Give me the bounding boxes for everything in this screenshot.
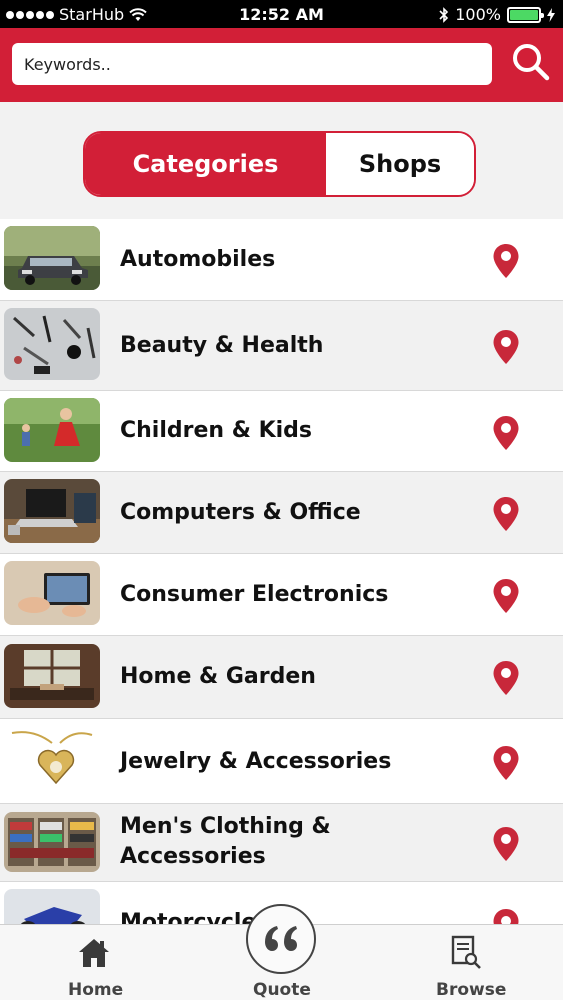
browse-icon (451, 935, 481, 969)
location-pin-icon[interactable] (492, 243, 520, 279)
search-input[interactable] (12, 43, 492, 85)
location-pin-icon[interactable] (492, 578, 520, 614)
category-row-computers-office[interactable]: Computers & Office (0, 472, 563, 554)
location-pin-icon[interactable] (492, 415, 520, 451)
category-label: Consumer Electronics (120, 582, 389, 607)
category-label: Jewelry & Accessories (120, 749, 392, 774)
category-label: Beauty & Health (120, 333, 324, 358)
location-pin-icon[interactable] (492, 660, 520, 696)
segment-area: Categories Shops (0, 102, 563, 219)
shops-segment[interactable]: Shops (326, 133, 474, 195)
category-label: Men's Clothing & Accessories (120, 812, 480, 872)
category-row-automobiles[interactable]: Automobiles (0, 219, 563, 301)
category-label-line2: Accessories (120, 844, 266, 869)
search-header (0, 28, 563, 102)
category-row-home-garden[interactable]: Home & Garden (0, 636, 563, 719)
category-row-jewelry-accessories[interactable]: Jewelry & Accessories (0, 719, 563, 804)
battery-fill (510, 9, 538, 20)
category-label-line1: Men's Clothing & (120, 814, 331, 839)
category-label: Home & Garden (120, 664, 316, 689)
car-photo (4, 226, 100, 290)
laptop-desk-photo (4, 479, 100, 543)
tab-browse-label: Browse (436, 980, 507, 1000)
motorcycle-photo (4, 889, 100, 924)
quote-icon (265, 926, 297, 951)
tab-browse[interactable]: Browse (426, 925, 508, 1000)
search-icon (513, 44, 550, 81)
search-button[interactable] (509, 40, 553, 84)
status-bar: StarHub 12:52 AM 100% (0, 0, 563, 28)
child-red-dress-photo (4, 398, 100, 462)
charging-bolt-icon (547, 7, 555, 22)
tab-home[interactable]: Home (54, 925, 134, 1000)
category-label: Children & Kids (120, 418, 313, 443)
location-pin-icon[interactable] (492, 496, 520, 532)
tablet-hands-photo (4, 561, 100, 625)
battery-percent: 100% (455, 5, 501, 24)
makeup-tools-photo (4, 308, 100, 380)
home-icon (79, 939, 109, 967)
location-pin-icon[interactable] (492, 826, 520, 862)
category-row-beauty-health[interactable]: Beauty & Health (0, 301, 563, 391)
category-row-consumer-electronics[interactable]: Consumer Electronics (0, 554, 563, 636)
category-label: Computers & Office (120, 500, 361, 525)
location-pin-icon[interactable] (492, 329, 520, 365)
category-list[interactable]: Automobiles Beauty & Health Children & K… (0, 219, 563, 924)
bluetooth-icon (439, 6, 449, 23)
categories-segment[interactable]: Categories (85, 133, 326, 195)
category-label: Automobiles (120, 247, 276, 272)
category-shop-toggle: Categories Shops (83, 131, 476, 197)
quote-button[interactable] (246, 904, 316, 974)
category-row-children-kids[interactable]: Children & Kids (0, 391, 563, 472)
tab-home-label: Home (68, 980, 124, 1000)
room-window-photo (4, 644, 100, 708)
tab-quote-label: Quote (253, 980, 311, 1000)
heart-locket-photo (4, 727, 100, 791)
clothing-shelves-photo (4, 812, 100, 872)
location-pin-icon[interactable] (492, 745, 520, 781)
category-row-mens-clothing[interactable]: Men's Clothing & Accessories (0, 804, 563, 882)
battery-icon (507, 6, 544, 23)
location-pin-icon[interactable] (492, 908, 520, 924)
status-right: 100% (439, 5, 555, 24)
